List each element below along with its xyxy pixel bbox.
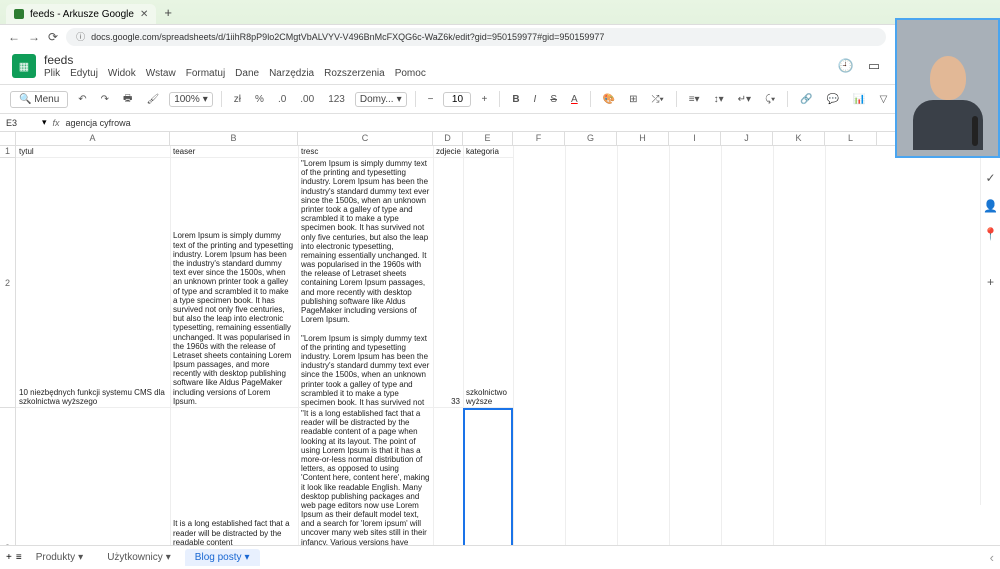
search-menus[interactable]: 🔍 Menu <box>10 91 68 108</box>
sheets-favicon <box>14 9 24 19</box>
cell-d2[interactable]: 33 <box>433 158 463 407</box>
cell-e2[interactable]: szkolnictwo wyższe <box>463 158 513 407</box>
strike-button[interactable]: S <box>546 92 561 107</box>
decrease-font-button[interactable]: − <box>424 92 438 107</box>
redo-button[interactable]: ↷ <box>97 92 113 107</box>
col-header-b[interactable]: B <box>170 132 298 145</box>
menu-extensions[interactable]: Rozszerzenia <box>324 68 385 79</box>
cell-a3[interactable] <box>16 408 170 545</box>
history-icon[interactable]: 🕘 <box>838 58 854 74</box>
italic-button[interactable]: I <box>530 92 541 107</box>
cell-d1[interactable]: zdjecie <box>433 146 463 157</box>
zoom-select[interactable]: 100% ▾ <box>169 92 213 107</box>
comment-button[interactable]: 💬 <box>823 92 843 107</box>
bold-button[interactable]: B <box>508 92 523 107</box>
wrap-button[interactable]: ↵▾ <box>734 92 755 107</box>
currency-button[interactable]: zł <box>230 92 245 107</box>
tab-title: feeds - Arkusze Google <box>30 9 134 20</box>
fill-color-button[interactable]: 🎨 <box>599 92 619 107</box>
menu-file[interactable]: Plik <box>44 68 60 79</box>
row-header-2[interactable]: 2 <box>0 158 15 408</box>
menu-bar: Plik Edytuj Widok Wstaw Formatuj Dane Na… <box>44 68 426 79</box>
chart-button[interactable]: 📊 <box>849 92 869 107</box>
contacts-side-icon[interactable]: 👤 <box>983 199 998 213</box>
webcam-overlay <box>895 18 1000 158</box>
menu-format[interactable]: Formatuj <box>186 68 225 79</box>
cell-b2[interactable]: Lorem Ipsum is simply dummy text of the … <box>170 158 298 407</box>
col-header-e[interactable]: E <box>463 132 513 145</box>
sheets-logo-icon[interactable]: ▦ <box>12 54 36 78</box>
link-button[interactable]: 🔗 <box>796 92 816 107</box>
font-select[interactable]: Domy... ▾ <box>355 92 407 107</box>
name-box[interactable]: E3 <box>6 118 36 128</box>
maps-side-icon[interactable]: 📍 <box>983 227 998 241</box>
reload-button[interactable]: ⟳ <box>48 30 58 44</box>
col-header-a[interactable]: A <box>16 132 170 145</box>
text-color-button[interactable]: A <box>567 92 582 107</box>
print-button[interactable]: 🖶 <box>119 89 136 110</box>
cell-e1[interactable]: kategoria <box>463 146 513 157</box>
fx-icon: fx <box>53 118 60 128</box>
add-side-icon[interactable]: + <box>987 275 994 289</box>
col-header-i[interactable]: I <box>669 132 721 145</box>
rotate-button[interactable]: ⤹▾ <box>761 92 779 107</box>
cell-d3[interactable] <box>433 408 463 545</box>
halign-button[interactable]: ≡▾ <box>685 92 704 107</box>
site-info-icon[interactable]: ⓘ <box>76 30 85 43</box>
all-sheets-button[interactable]: ≡ <box>16 552 22 563</box>
col-header-l[interactable]: L <box>825 132 877 145</box>
cell-c1[interactable]: tresc <box>298 146 433 157</box>
merge-button[interactable]: ⤮▾ <box>648 92 668 107</box>
sheet-tab-1[interactable]: Użytkownicy ▾ <box>97 549 181 566</box>
cell-a1[interactable]: tytul <box>16 146 170 157</box>
url-text: docs.google.com/spreadsheets/d/1iihR8pP9… <box>91 32 604 42</box>
menu-data[interactable]: Dane <box>235 68 259 79</box>
borders-button[interactable]: ⊞ <box>625 92 641 107</box>
formula-input[interactable]: agencja cyfrowa <box>66 118 131 128</box>
menu-help[interactable]: Pomoc <box>395 68 426 79</box>
cell-c2[interactable]: "Lorem Ipsum is simply dummy text of the… <box>298 158 433 407</box>
menu-view[interactable]: Widok <box>108 68 136 79</box>
cell-e3[interactable] <box>463 408 513 545</box>
document-name[interactable]: feeds <box>44 53 426 67</box>
add-sheet-button[interactable]: + <box>6 552 12 563</box>
percent-button[interactable]: % <box>251 92 268 107</box>
decrease-decimal-button[interactable]: .0 <box>274 92 290 107</box>
comments-icon[interactable]: ▭ <box>868 58 880 74</box>
increase-font-button[interactable]: + <box>477 92 491 107</box>
paint-format-button[interactable]: 🖌 <box>142 92 163 107</box>
menu-tools[interactable]: Narzędzia <box>269 68 314 79</box>
menu-edit[interactable]: Edytuj <box>70 68 98 79</box>
font-size-input[interactable] <box>443 92 471 107</box>
col-header-c[interactable]: C <box>298 132 433 145</box>
cell-c3[interactable]: "It is a long established fact that a re… <box>298 408 433 545</box>
new-tab-button[interactable]: + <box>164 5 172 20</box>
col-header-d[interactable]: D <box>433 132 463 145</box>
col-header-h[interactable]: H <box>617 132 669 145</box>
col-header-g[interactable]: G <box>565 132 617 145</box>
sheet-tab-2[interactable]: Blog posty ▾ <box>185 549 260 566</box>
forward-button[interactable]: → <box>28 30 40 44</box>
col-header-k[interactable]: K <box>773 132 825 145</box>
browser-tab[interactable]: feeds - Arkusze Google ✕ <box>6 4 156 24</box>
back-button[interactable]: ← <box>8 30 20 44</box>
row-header-1[interactable]: 1 <box>0 146 15 158</box>
cell-b1[interactable]: teaser <box>170 146 298 157</box>
tasks-side-icon[interactable]: ✓ <box>985 171 995 185</box>
col-header-f[interactable]: F <box>513 132 565 145</box>
increase-decimal-button[interactable]: .00 <box>296 92 318 107</box>
sheet-tab-0[interactable]: Produkty ▾ <box>26 549 94 566</box>
cell-a2[interactable]: 10 niezbędnych funkcji systemu CMS dla s… <box>16 158 170 407</box>
address-bar[interactable]: ⓘ docs.google.com/spreadsheets/d/1iihR8p… <box>66 28 886 46</box>
filter-button[interactable]: ▽ <box>876 92 892 107</box>
undo-button[interactable]: ↶ <box>74 92 90 107</box>
col-header-j[interactable]: J <box>721 132 773 145</box>
more-formats-button[interactable]: 123 <box>324 92 349 107</box>
close-tab-icon[interactable]: ✕ <box>140 9 148 20</box>
valign-button[interactable]: ↕▾ <box>710 92 728 107</box>
cell-b3[interactable]: It is a long established fact that a rea… <box>170 408 298 545</box>
menu-insert[interactable]: Wstaw <box>146 68 176 79</box>
row-header-3[interactable]: 3 <box>0 408 15 545</box>
